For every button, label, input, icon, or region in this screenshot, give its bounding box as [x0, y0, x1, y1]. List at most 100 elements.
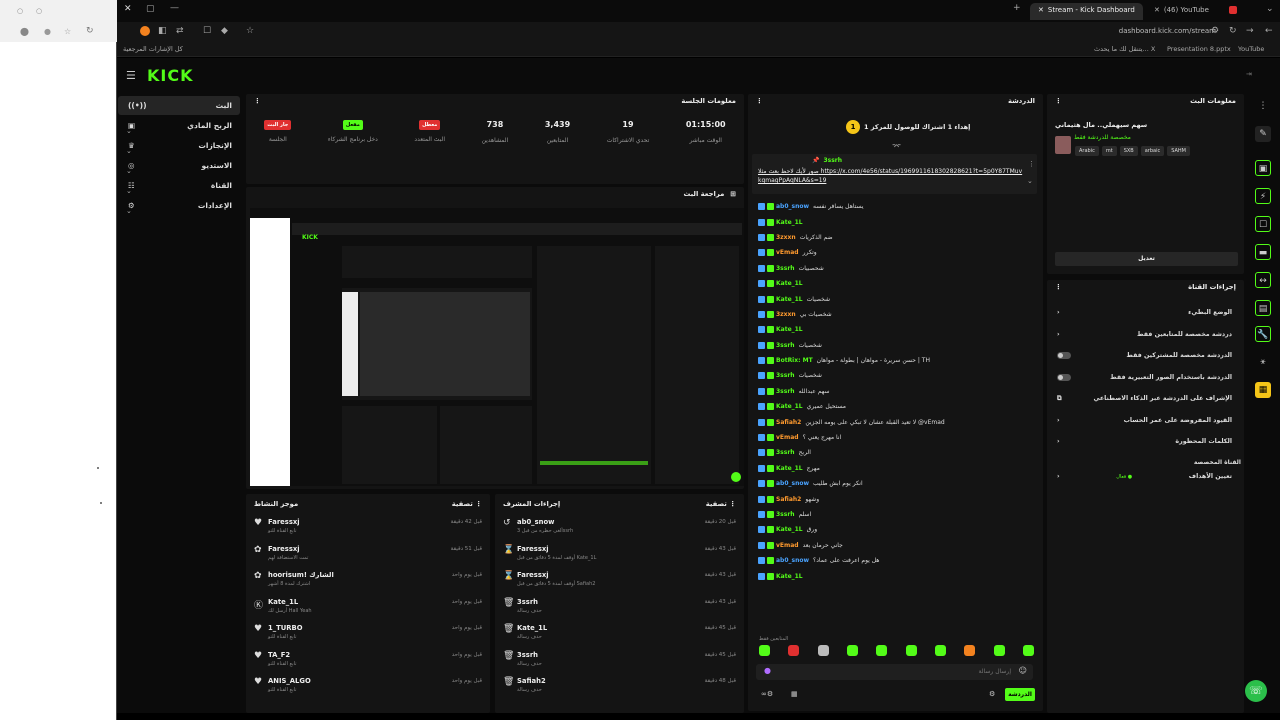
chat-username[interactable]: Kate_1L: [776, 280, 803, 287]
channel-action-row[interactable]: الدردشة مخصصة للمشتركين فقط: [1047, 345, 1244, 367]
chat-message[interactable]: ab0_snow هل يوم اعرفت على عماد؟: [748, 553, 1038, 568]
chat-username[interactable]: ab0_snow: [776, 203, 809, 210]
chat-message[interactable]: Kate_1L مهرج: [748, 461, 1038, 476]
chat-username[interactable]: 3ssrh: [776, 372, 795, 379]
list-item[interactable]: ✿ hoorisum! الشارك اشترك لمدة 8 أشهر قبل يو…: [246, 567, 490, 594]
screen-icon[interactable]: ▣: [1255, 160, 1271, 176]
channel-action-row[interactable]: الإشراف على الدردشة عبر الذكاء الاصطناعي…: [1047, 388, 1244, 410]
chat-username[interactable]: Kate_1L: [776, 219, 803, 226]
activity-username[interactable]: Kate_1L: [268, 598, 312, 606]
list-item[interactable]: ♥ Faressxj تابع القناة للتو قبل 42 دقيقة: [246, 514, 490, 541]
activity-username[interactable]: hoorisum! الشارك: [268, 571, 334, 579]
chat-username[interactable]: vEmad: [776, 542, 799, 549]
chat-username[interactable]: 3ssrh: [776, 265, 795, 272]
pinned-message[interactable]: 📌 3ssrh صور لأيك لاحظ بعث مثلا https://x.…: [752, 154, 1037, 194]
tab-youtube[interactable]: ✕ (46) YouTube: [1146, 3, 1256, 20]
more-icon[interactable]: ⋮: [1028, 160, 1035, 168]
toggle-switch[interactable]: [1057, 352, 1071, 360]
chat-username[interactable]: 3ssrh: [776, 511, 795, 518]
list-item[interactable]: 🗑 3ssrh حذف رسالة قبل 43 دقيقة: [495, 594, 744, 621]
emote-icon[interactable]: [905, 645, 917, 656]
more-icon[interactable]: ⋮: [1055, 283, 1062, 291]
chat-message[interactable]: 3ssrh شحصبيات: [748, 261, 1038, 276]
activity-username[interactable]: Faressxj: [268, 518, 300, 526]
forward-icon[interactable]: →: [1246, 26, 1254, 36]
more-icon[interactable]: ⋮: [729, 500, 736, 508]
activity-username[interactable]: ab0_snow: [517, 518, 573, 526]
chat-username[interactable]: ab0_snow: [776, 557, 809, 564]
all-bookmarks[interactable]: كل الإشارات المرجعية: [123, 45, 183, 53]
edit-stream-button[interactable]: تعديل: [1055, 252, 1238, 266]
reload-icon[interactable]: ↻: [86, 26, 94, 36]
emoji-icon[interactable]: ☺: [1019, 666, 1027, 675]
url-text[interactable]: dashboard.kick.com/stream: [1119, 27, 1216, 35]
sidebar-item-achievements[interactable]: ♛ الإنجازات: [118, 136, 240, 155]
star-icon[interactable]: ☆: [64, 27, 71, 36]
kick-logo[interactable]: KICK: [147, 66, 194, 85]
resize-icon[interactable]: ↔: [1255, 272, 1271, 288]
toggle-switch[interactable]: [1057, 373, 1071, 381]
channel-action-row[interactable]: الدردشة باستخدام الصور التعبيرية فقط: [1047, 367, 1244, 389]
close-icon[interactable]: ✕: [124, 4, 132, 14]
bookmark-youtube[interactable]: YouTube: [1238, 45, 1264, 53]
chat-message[interactable]: Kate_1L ورق: [748, 522, 1038, 537]
bookmark-page-icon[interactable]: ☐: [203, 26, 211, 36]
list-item[interactable]: 🗑 3ssrh حذف رسالة قبل 45 دقيقة: [495, 647, 744, 674]
chat-message[interactable]: vEmad وتكرر: [748, 245, 1038, 260]
emote-icon[interactable]: [876, 645, 888, 656]
cast-icon[interactable]: ⇄: [176, 26, 184, 36]
list-item[interactable]: 🗑 Safiah2 حذف رسالة قبل 48 دقيقة: [495, 673, 744, 700]
back-icon[interactable]: ←: [1265, 26, 1273, 36]
reload-icon[interactable]: ↻: [1229, 26, 1237, 36]
list-item[interactable]: ⌛ Faressxj أوقف لمدة 5 دقائق من قبل Kate_1…: [495, 541, 744, 568]
gift-icon[interactable]: ▦: [1255, 382, 1271, 398]
chat-message[interactable]: vEmad جاني حرمان بعد: [748, 538, 1038, 553]
filter-button[interactable]: تصفية: [706, 500, 727, 508]
chat-message[interactable]: Kate_1L: [748, 322, 1038, 337]
chat-input[interactable]: ● إرسال رسالة ☺: [756, 664, 1033, 680]
more-icon[interactable]: ⋮: [1055, 97, 1062, 105]
lightning-icon[interactable]: ⚡: [1255, 188, 1271, 204]
more-icon[interactable]: ⋮: [1255, 98, 1271, 114]
activity-username[interactable]: Faressxj: [517, 545, 596, 553]
list-item[interactable]: ✿ Faressxj تمت الاستضافة لهم قبل 51 دقيقة: [246, 541, 490, 568]
clipboard-icon[interactable]: ☐: [1255, 216, 1271, 232]
menu-icon[interactable]: ☰: [126, 69, 136, 82]
chat-username[interactable]: BotRix: MT: [776, 357, 813, 364]
chat-message[interactable]: 3ssrh الربح: [748, 445, 1038, 460]
chevron-down-icon[interactable]: ⌄: [1027, 177, 1033, 185]
gear-icon[interactable]: ⚙: [989, 690, 995, 698]
stream-preview-video[interactable]: KICK: [250, 208, 744, 486]
tab-search-icon[interactable]: ⌄: [1266, 4, 1274, 14]
list-item[interactable]: 🗑 Kate_1L حذف رسالة قبل 45 دقيقة: [495, 620, 744, 647]
bookmark-x[interactable]: يتنقل لك ما يحدث... X: [1094, 45, 1155, 53]
expand-icon[interactable]: ⌤: [892, 142, 901, 151]
chat-username[interactable]: 3zxxn: [776, 234, 796, 241]
extension-icon[interactable]: [140, 26, 150, 36]
more-icon[interactable]: ⋮: [475, 500, 482, 508]
filter-button[interactable]: تصفية: [452, 500, 473, 508]
chat-message[interactable]: Safiah2 وشهو: [748, 491, 1038, 506]
chat-message[interactable]: Kate_1L: [748, 568, 1038, 583]
list-item[interactable]: Ⓚ Kate_1L أرسل لك Hall Yeah قبل يوم واحد: [246, 594, 490, 621]
chat-username[interactable]: Safiah2: [776, 419, 801, 426]
mic-icon[interactable]: ●: [764, 666, 771, 675]
more-icon[interactable]: ⋮: [254, 97, 261, 105]
avatar[interactable]: ●: [44, 27, 51, 36]
chat-username[interactable]: vEmad: [776, 249, 799, 256]
chat-username[interactable]: 3zxxn: [776, 311, 796, 318]
chat-username[interactable]: 3ssrh: [776, 449, 795, 456]
chat-send-button[interactable]: الدردشة: [1005, 688, 1035, 701]
list-item[interactable]: ♥ TA_F2 تابع القناة للتو قبل يوم واحد: [246, 647, 490, 674]
list-item[interactable]: ♥ 1_TURBO تابع القناة للتو قبل يوم واحد: [246, 620, 490, 647]
emote-icon[interactable]: [788, 645, 800, 656]
activity-username[interactable]: 3ssrh: [517, 651, 542, 659]
extensions-icon[interactable]: ◆: [221, 26, 228, 36]
new-tab-icon[interactable]: +: [1013, 3, 1021, 13]
calendar-icon[interactable]: ▦: [791, 690, 798, 698]
list-item[interactable]: ♥ ANIS_ALGO تابع القناة للتو قبل يوم واحد: [246, 673, 490, 700]
emote-icon[interactable]: [993, 645, 1005, 656]
minimize-icon[interactable]: —: [170, 3, 179, 13]
channel-action-row[interactable]: الوضع البطيء ›: [1047, 302, 1244, 324]
share-icon[interactable]: ⚹: [1255, 354, 1271, 370]
